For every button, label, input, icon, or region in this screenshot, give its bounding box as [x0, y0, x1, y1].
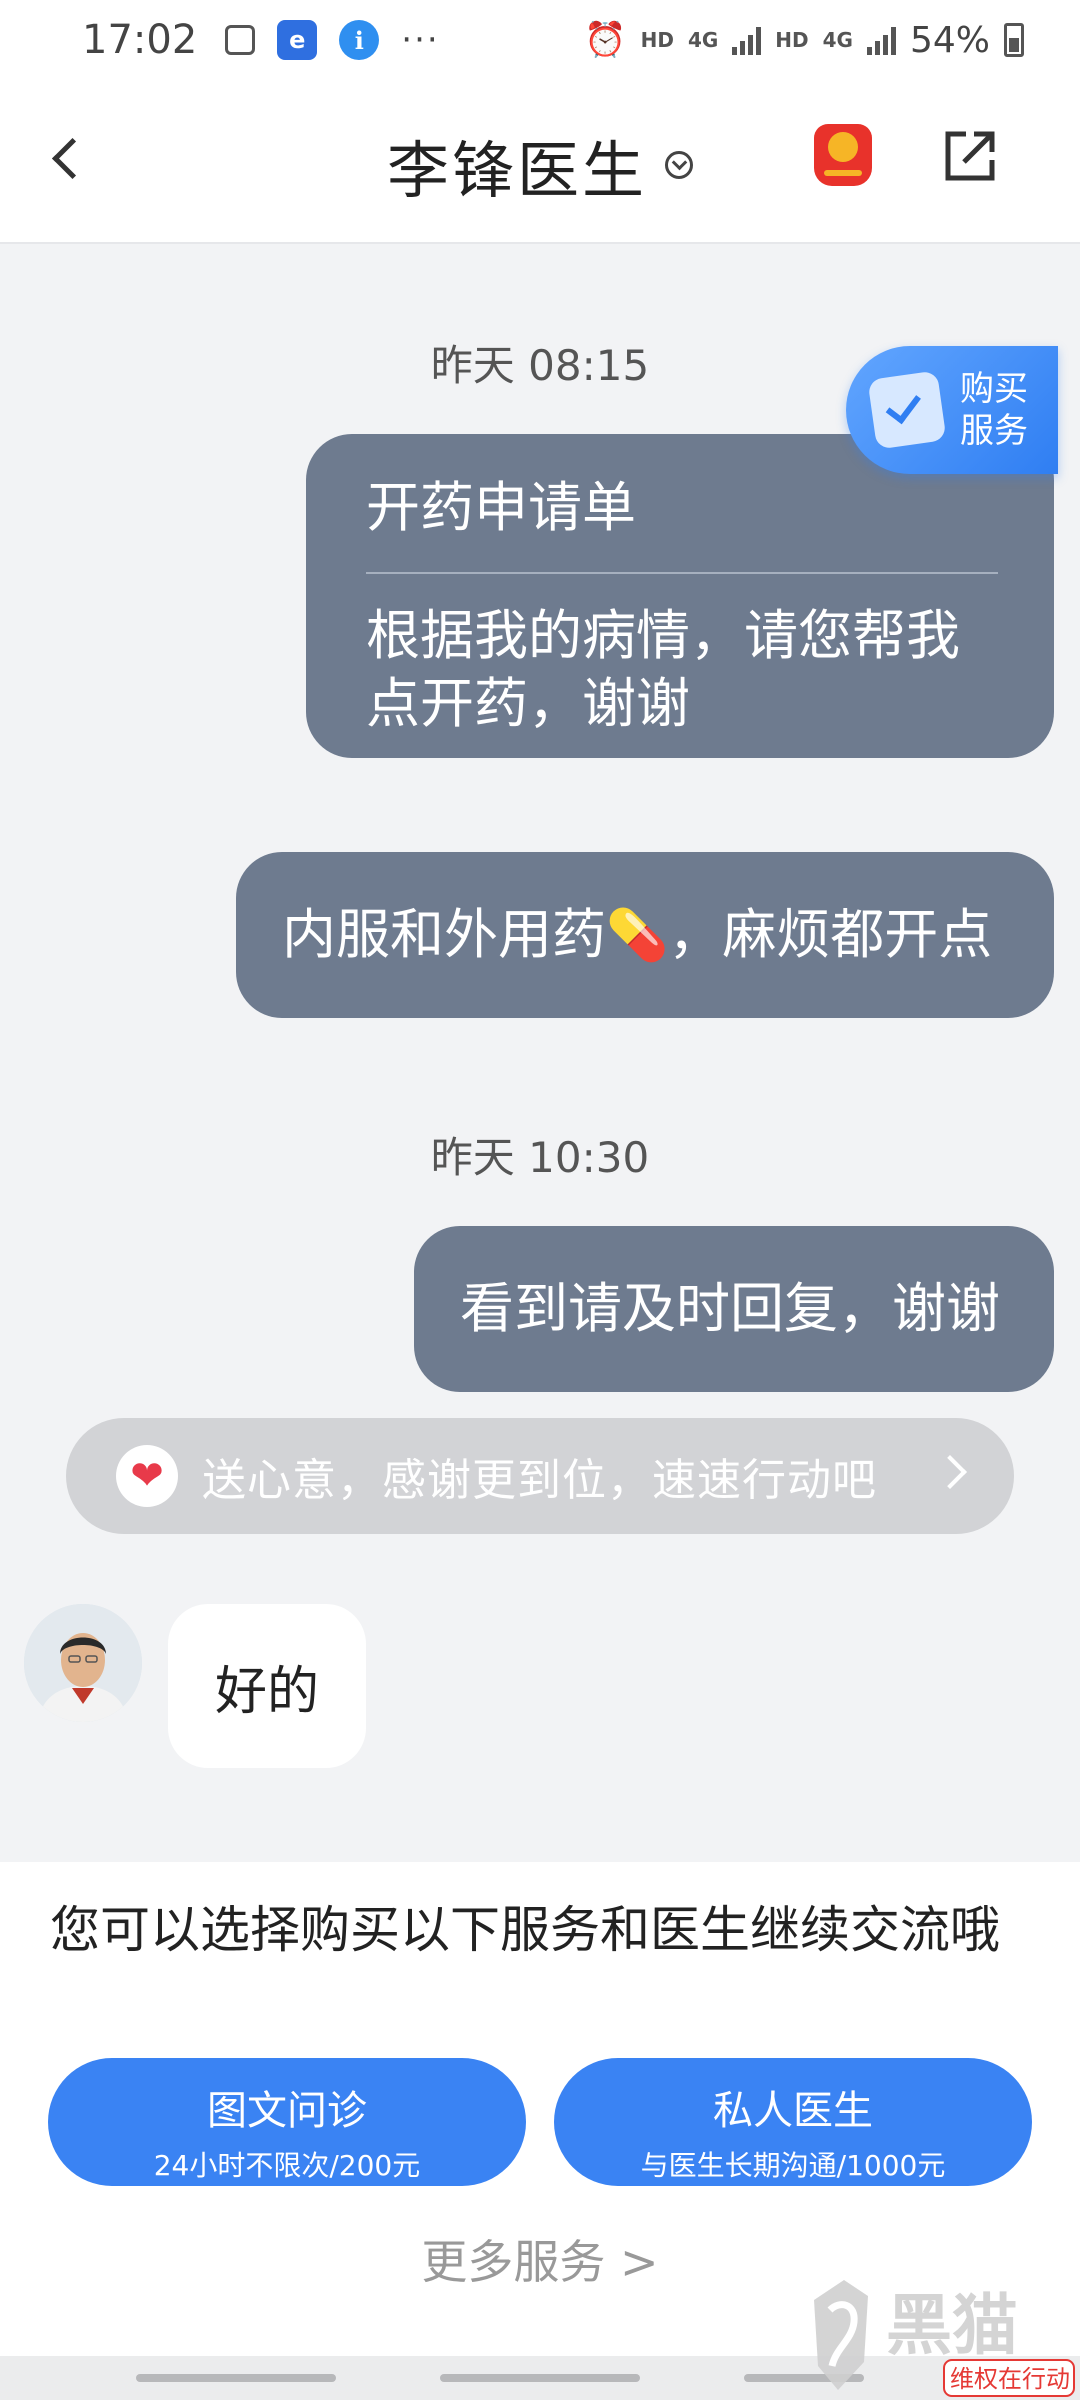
chevron-down-icon[interactable] [665, 151, 693, 179]
clipboard-notification-icon [225, 25, 256, 55]
message-text: 内服和外用药 [282, 903, 606, 966]
signal-icon [732, 25, 762, 55]
send-gift-banner[interactable]: ❤ 送心意，感谢更到位，速速行动吧 [66, 1418, 1014, 1534]
private-doctor-price: 与医生长期沟通/1000元 [640, 2149, 946, 2182]
network-type-1: 4G [687, 28, 719, 52]
info-notification-icon: i [339, 20, 380, 60]
text-consult-price: 24小时不限次/200元 [153, 2149, 421, 2182]
private-doctor-title: 私人医生 [713, 2088, 873, 2134]
heart-icon: ❤ [116, 1445, 178, 1507]
status-bar: 17:02 e i ··· ⏰ HD 4G HD 4G 54% [0, 0, 1080, 80]
message-bubble[interactable]: 内服和外用药 💊 ，麻烦都开点 [236, 852, 1054, 1018]
doctor-badge-icon[interactable] [814, 124, 872, 186]
chevron-right-icon [933, 1455, 967, 1489]
text-consult-title: 图文问诊 [207, 2088, 367, 2134]
network-type-2: 4G [822, 28, 853, 52]
buy-service-button[interactable]: 购买服务 [846, 346, 1058, 474]
signal-icon-2 [866, 25, 896, 55]
text-consult-button[interactable]: 图文问诊 24小时不限次/200元 [48, 2058, 526, 2186]
private-doctor-button[interactable]: 私人医生 与医生长期沟通/1000元 [554, 2058, 1032, 2186]
hd-label-1: HD [640, 28, 674, 52]
doctor-avatar[interactable] [24, 1604, 142, 1722]
doctor-reply-bubble[interactable]: 好的 [168, 1604, 366, 1768]
svg-text:维权在行动: 维权在行动 [950, 2365, 1070, 2393]
pill-emoji-icon: 💊 [606, 906, 669, 964]
service-prompt: 您可以选择购买以下服务和医生继续交流哦 [50, 1901, 1000, 1959]
watermark-logo: 黑猫 维权在行动 [808, 2270, 1080, 2400]
doctor-name: 李锋医生 [386, 134, 647, 207]
status-indicators: ⏰ HD 4G HD 4G 54% [584, 20, 1024, 61]
chat-timestamp: 昨天 10:30 [430, 1133, 650, 1182]
shield-cube-icon [867, 370, 947, 450]
message-bubble[interactable]: 看到请及时回复，谢谢 [414, 1226, 1054, 1392]
battery-icon [1004, 23, 1024, 57]
message-text: 看到请及时回复，谢谢 [460, 1277, 1000, 1340]
doctor-reply-text: 好的 [214, 1661, 319, 1722]
alarm-icon: ⏰ [584, 20, 627, 60]
card-body: 根据我的病情，请您帮我点开药，谢谢 [366, 604, 960, 735]
battery-percent: 54% [909, 19, 990, 61]
page-title[interactable]: 李锋医生 [0, 120, 1080, 210]
chat-header: 李锋医生 [0, 80, 1080, 244]
more-notifications-icon: ··· [401, 20, 440, 60]
message-text-continued: ，麻烦都开点 [668, 903, 993, 966]
prescription-request-card[interactable]: 开药申请单 根据我的病情，请您帮我点开药，谢谢 [306, 434, 1054, 758]
gift-prompt-text: 送心意，感谢更到位，速速行动吧 [202, 1455, 877, 1506]
hd-label-2: HD [775, 28, 809, 52]
buy-service-label: 购买服务 [960, 369, 1028, 451]
card-divider [366, 572, 998, 574]
app-notification-icon: e [277, 20, 318, 60]
share-icon[interactable] [940, 126, 1000, 186]
svg-text:黑猫: 黑猫 [886, 2287, 1018, 2364]
status-time: 17:02 [82, 17, 198, 63]
